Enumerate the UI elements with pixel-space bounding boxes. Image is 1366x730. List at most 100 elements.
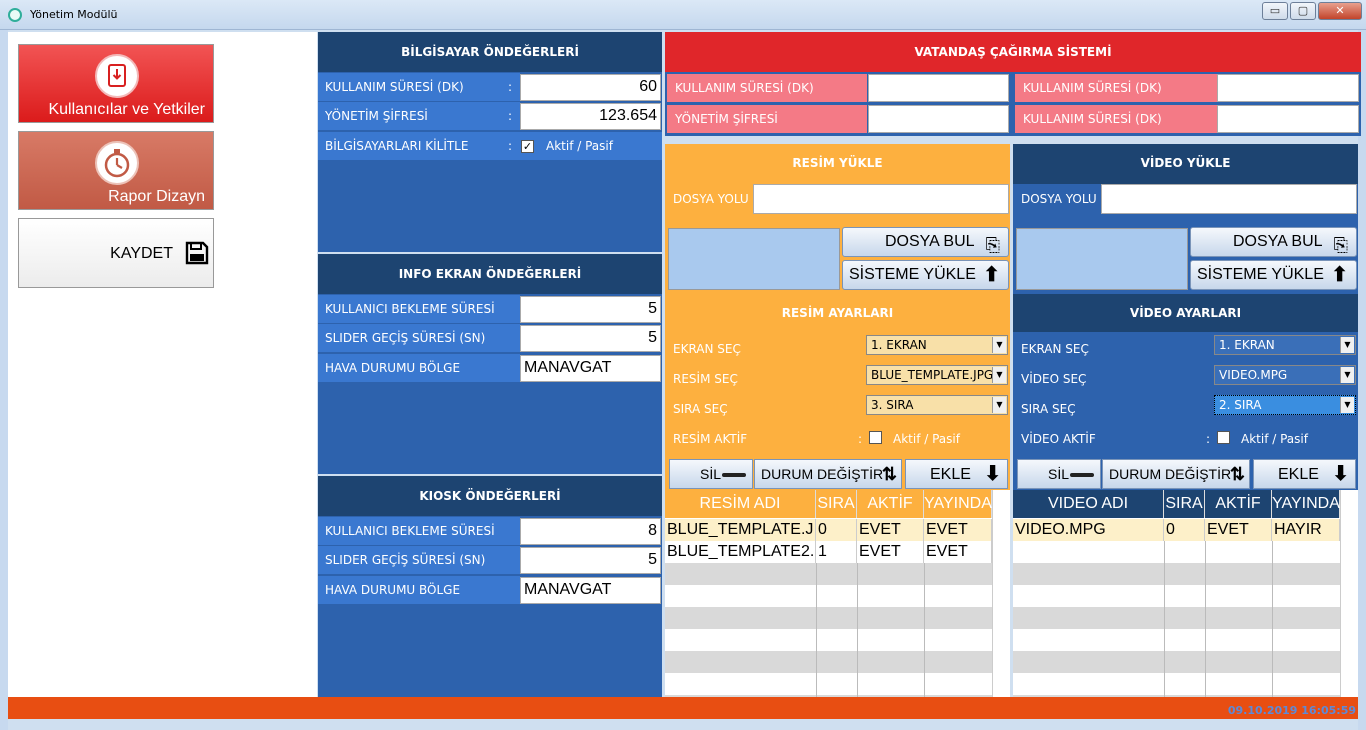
report-design-button[interactable]: Rapor Dizayn — [18, 131, 214, 210]
video-status-button[interactable]: DURUM DEĞİŞTİR ⇅ — [1102, 459, 1250, 489]
video-find-label: DOSYA BUL — [1233, 233, 1323, 250]
video-col-order[interactable]: SIRA — [1164, 490, 1205, 518]
table-row[interactable]: BLUE_TEMPLATE2. 1 EVET EVET — [665, 541, 992, 563]
image-row1-name: BLUE_TEMPLATE.J — [665, 519, 816, 541]
image-path-input[interactable] — [753, 184, 1009, 214]
video-upload-button[interactable]: SİSTEME YÜKLE ⬆ — [1190, 260, 1357, 290]
pc-defaults-header: BİLGİSAYAR ÖNDEĞERLERİ — [318, 32, 662, 72]
video-upload-label: SİSTEME YÜKLE — [1197, 266, 1324, 283]
info-slider-input[interactable]: 5 — [520, 325, 661, 352]
close-button[interactable]: ✕ — [1318, 2, 1362, 20]
video-active-checkbox[interactable] — [1217, 431, 1230, 444]
video-item-value: VIDEO.MPG — [1219, 368, 1288, 382]
image-col-live[interactable]: YAYINDA — [924, 490, 992, 518]
video-add-button[interactable]: EKLE ⬇ — [1253, 459, 1356, 489]
video-find-file-button[interactable]: DOSYA BUL ⎘ — [1190, 227, 1357, 257]
image-screen-select[interactable]: 1. EKRAN ▼ — [866, 335, 1008, 355]
pc-password-input[interactable]: 123.654 — [520, 103, 661, 130]
save-button[interactable]: KAYDET — [18, 218, 214, 288]
app-icon — [8, 8, 22, 22]
image-row1-live: EVET — [924, 519, 992, 541]
book-icon — [95, 54, 139, 98]
image-find-file-button[interactable]: DOSYA BUL ⎘ — [842, 227, 1009, 257]
video-path-input[interactable] — [1101, 184, 1357, 214]
video-row1-active: EVET — [1205, 519, 1272, 541]
video-col-name[interactable]: VIDEO ADI — [1013, 490, 1164, 518]
window-title: Yönetim Modülü — [30, 8, 118, 21]
video-screen-value: 1. EKRAN — [1219, 338, 1275, 352]
arrow-down-icon: ⬇ — [984, 463, 1001, 485]
video-screen-select[interactable]: 1. EKRAN ▼ — [1214, 335, 1356, 355]
video-col-live[interactable]: YAYINDA — [1272, 490, 1340, 518]
video-order-select[interactable]: 2. SIRA ▼ — [1214, 395, 1356, 415]
chevron-down-icon[interactable]: ▼ — [992, 367, 1006, 383]
pc-usage-input[interactable]: 60 — [520, 74, 661, 101]
users-permissions-button[interactable]: Kullanıcılar ve Yetkiler — [18, 44, 214, 123]
video-order-label: SIRA SEÇ — [1021, 402, 1076, 416]
column-divider — [1164, 541, 1165, 697]
chevron-down-icon[interactable]: ▼ — [1340, 337, 1354, 353]
info-weather-label: HAVA DURUMU BÖLGE — [318, 354, 520, 382]
image-upload-button[interactable]: SİSTEME YÜKLE ⬆ — [842, 260, 1009, 290]
pc-lock-checkbox[interactable]: ✓ — [521, 140, 534, 153]
video-add-label: EKLE — [1278, 466, 1319, 483]
chevron-down-icon[interactable]: ▼ — [1340, 367, 1354, 383]
window-frame-left — [0, 30, 8, 730]
image-upload-header: RESİM YÜKLE — [792, 156, 883, 170]
image-table-scrollbar[interactable] — [992, 490, 1010, 697]
arrow-up-icon: ⬆ — [983, 264, 1000, 286]
video-item-select[interactable]: VIDEO.MPG ▼ — [1214, 365, 1356, 385]
image-col-order[interactable]: SIRA — [816, 490, 857, 518]
column-divider — [816, 563, 817, 697]
column-divider — [1272, 541, 1273, 697]
arrow-up-icon: ⬆ — [1331, 264, 1348, 286]
info-wait-input[interactable]: 5 — [520, 296, 661, 323]
video-delete-button[interactable]: SİL — [1017, 459, 1101, 489]
video-settings-header: VİDEO AYARLARI — [1129, 306, 1242, 320]
kiosk-wait-input[interactable]: 8 — [520, 518, 661, 545]
status-datetime: 09.10.2019 16:05:59 — [1227, 704, 1356, 717]
image-action-bar: SİL DURUM DEĞİŞTİR ⇅ EKLE ⬇ — [665, 458, 1010, 490]
minus-icon — [1070, 473, 1094, 477]
table-row[interactable]: BLUE_TEMPLATE.J 0 EVET EVET — [665, 519, 992, 541]
image-delete-button[interactable]: SİL — [669, 459, 753, 489]
image-add-button[interactable]: EKLE ⬇ — [905, 459, 1008, 489]
image-item-label: RESİM SEÇ — [673, 372, 738, 386]
image-order-value: 3. SIRA — [871, 398, 914, 412]
image-status-button[interactable]: DURUM DEĞİŞTİR ⇅ — [754, 459, 902, 489]
video-action-bar: SİL DURUM DEĞİŞTİR ⇅ EKLE ⬇ — [1013, 458, 1358, 490]
vcs-usage3-input[interactable] — [1217, 105, 1359, 133]
file-refresh-icon: ⎘ — [985, 235, 1000, 255]
image-col-active[interactable]: AKTİF — [857, 490, 924, 518]
info-wait-label: KULLANICI BEKLEME SÜRESİ (DK) — [318, 295, 520, 344]
vcs-password-input[interactable] — [868, 105, 1009, 133]
maximize-button[interactable]: ▢ — [1290, 2, 1316, 20]
video-col-active[interactable]: AKTİF — [1205, 490, 1272, 518]
chevron-down-icon[interactable]: ▼ — [1340, 397, 1354, 413]
table-row[interactable]: VIDEO.MPG 0 EVET HAYIR — [1013, 519, 1340, 541]
video-table-scrollbar[interactable] — [1340, 490, 1358, 697]
kiosk-slider-input[interactable]: 5 — [520, 547, 661, 574]
video-delete-label: SİL — [1048, 466, 1070, 482]
minimize-button[interactable]: ▭ — [1262, 2, 1288, 20]
chevron-down-icon[interactable]: ▼ — [992, 397, 1006, 413]
image-table-empty-rows — [665, 563, 992, 697]
image-item-select[interactable]: BLUE_TEMPLATE.JPG ▼ — [866, 365, 1008, 385]
colon: : — [1206, 432, 1211, 446]
image-active-checkbox[interactable] — [869, 431, 882, 444]
image-panel: RESİM YÜKLE DOSYA YOLU DOSYA BUL ⎘ SİSTEM… — [665, 144, 1010, 458]
pc-lock-label: BİLGİSAYARLARI KİLİTLE — [318, 132, 520, 160]
image-col-name[interactable]: RESİM ADI — [665, 490, 816, 518]
kiosk-defaults-panel: KULLANICI BEKLEME SÜRESİ (SN)8 SLIDER GE… — [318, 516, 662, 697]
image-delete-label: SİL — [700, 466, 722, 482]
colon: : — [508, 80, 513, 94]
stopwatch-icon — [95, 141, 139, 185]
swap-arrows-icon: ⇅ — [881, 464, 897, 484]
chevron-down-icon[interactable]: ▼ — [992, 337, 1006, 353]
kiosk-weather-input[interactable]: MANAVGAT — [520, 577, 661, 604]
info-weather-input[interactable]: MANAVGAT — [520, 355, 661, 382]
image-row2-live: EVET — [924, 541, 992, 563]
vcs-usage-input[interactable] — [868, 74, 1009, 102]
image-order-select[interactable]: 3. SIRA ▼ — [866, 395, 1008, 415]
vcs-usage2-input[interactable] — [1217, 74, 1359, 102]
